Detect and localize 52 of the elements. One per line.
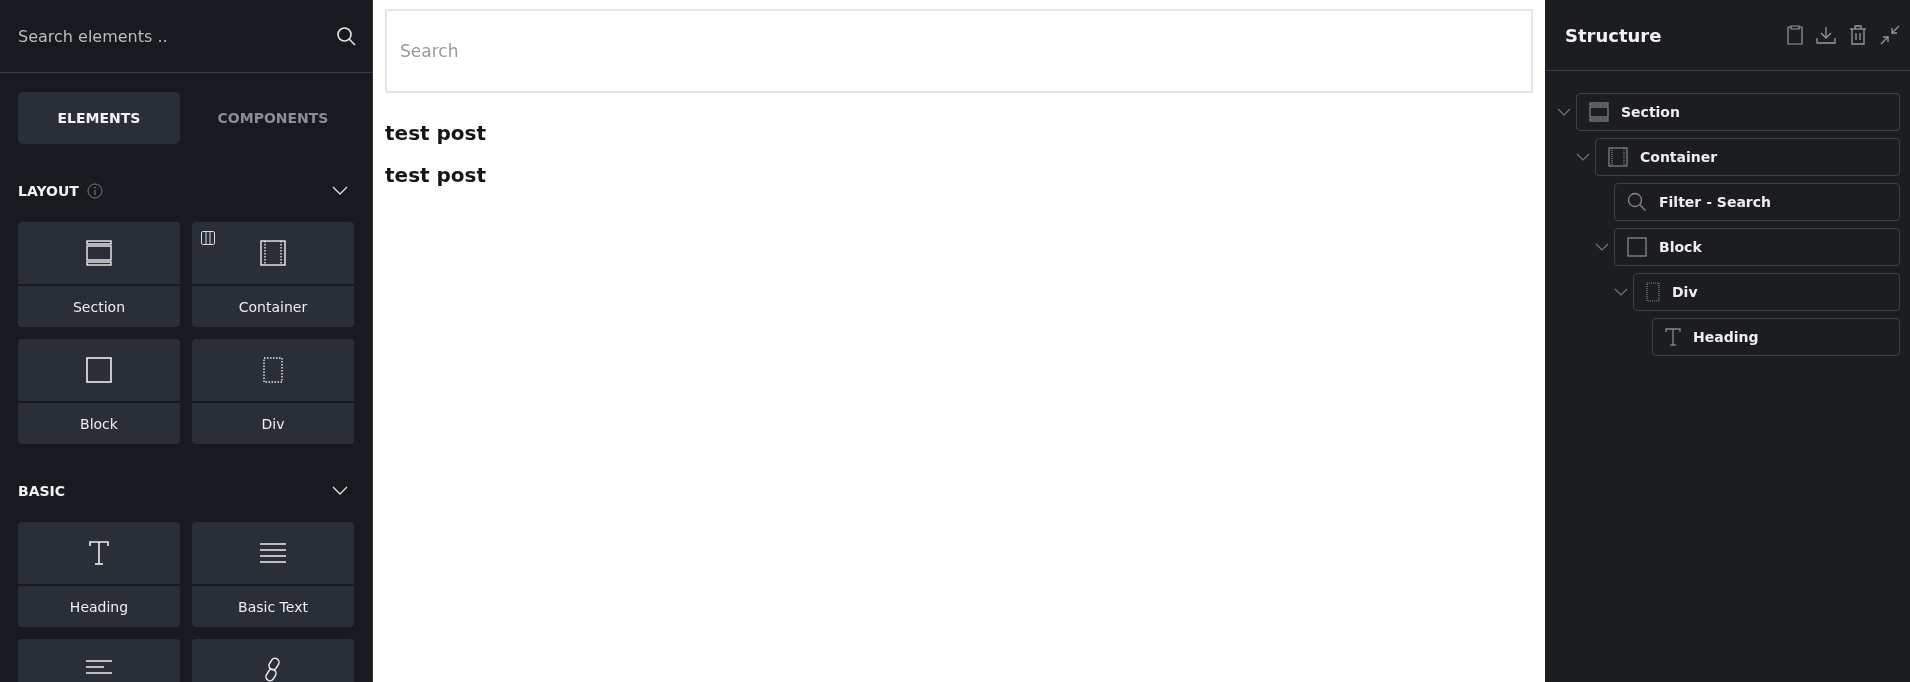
element-label: Container: [237, 297, 309, 317]
element-label: Basic Text: [237, 597, 309, 617]
panel-title: Structure: [1565, 24, 1662, 46]
section-icon: [1589, 102, 1609, 122]
group-title: LAYOUT: [18, 183, 79, 199]
square-icon: [86, 357, 112, 383]
element-card[interactable]: Div: [192, 339, 354, 444]
element-label: Block: [79, 414, 119, 434]
tree-node[interactable]: Filter - Search: [1614, 183, 1900, 221]
tab[interactable]: COMPONENTS: [192, 92, 354, 144]
collapse-icon[interactable]: [1880, 25, 1900, 45]
element-card[interactable]: Container: [192, 222, 354, 327]
element-card[interactable]: Section: [18, 222, 180, 327]
post-heading: test post: [385, 163, 488, 187]
clipboard-icon[interactable]: [1787, 25, 1803, 45]
element-card[interactable]: Heading: [18, 522, 180, 627]
element-label: Div: [260, 414, 286, 434]
element-label: Heading: [68, 597, 130, 617]
element-card[interactable]: Basic Text: [192, 522, 354, 627]
tree-node[interactable]: Div: [1633, 273, 1900, 311]
element-card[interactable]: Block: [18, 339, 180, 444]
element-label: Section: [72, 297, 126, 317]
info-icon[interactable]: [86, 183, 103, 199]
caret-icon[interactable]: [1614, 288, 1628, 296]
heading-icon: [89, 541, 109, 565]
tree-node[interactable]: Heading: [1652, 318, 1900, 356]
trash-icon[interactable]: [1849, 25, 1867, 45]
lines-icon: [260, 543, 286, 563]
section-icon: [86, 240, 112, 266]
square-icon: [1627, 237, 1647, 257]
search-field[interactable]: Search elements ..: [18, 22, 326, 50]
columns-icon: [201, 231, 215, 245]
chevron-icon[interactable]: [332, 186, 348, 196]
tree-node[interactable]: Container: [1595, 138, 1900, 176]
tree-node[interactable]: Block: [1614, 228, 1900, 266]
dotted-rectangle-icon: [1646, 282, 1660, 302]
container-icon: [260, 240, 286, 266]
caret-icon[interactable]: [1595, 243, 1609, 251]
tab[interactable]: ELEMENTS: [18, 92, 180, 144]
search-field[interactable]: Search: [385, 9, 1533, 93]
download-icon[interactable]: [1816, 26, 1836, 44]
heading-icon: [1665, 328, 1681, 346]
search-icon[interactable]: [336, 26, 356, 46]
dotted-rectangle-icon: [263, 357, 283, 383]
caret-icon[interactable]: [1557, 108, 1571, 116]
search-icon: [1627, 192, 1647, 212]
post-heading: test post: [385, 121, 488, 145]
caret-icon[interactable]: [1576, 153, 1590, 161]
chevron-icon[interactable]: [332, 486, 348, 496]
group-title: BASIC: [18, 483, 66, 499]
container-icon: [1608, 147, 1628, 167]
tree-node[interactable]: Section: [1576, 93, 1900, 131]
